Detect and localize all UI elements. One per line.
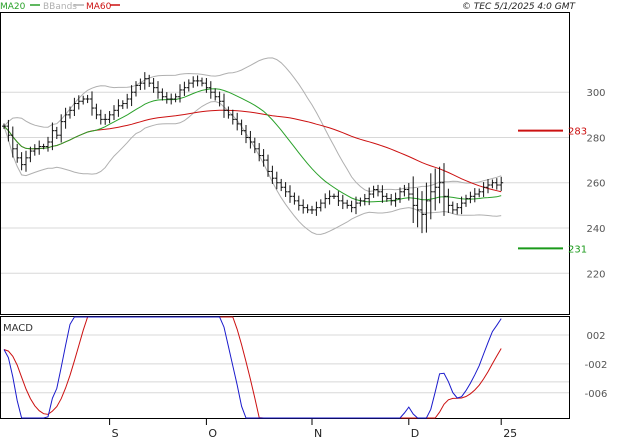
x-tick-label: O — [208, 427, 217, 440]
marker-label: 231 — [568, 244, 587, 255]
stock-chart: 220 240 260 280 300 002 -002 -006 S O N D 25 283 23… — [0, 2, 608, 440]
macd-label: MACD — [3, 323, 33, 334]
x-tick-label: N — [314, 427, 322, 440]
price-y-tick-label: 300 — [586, 88, 605, 99]
x-tick-labels: S O N D 25 — [109, 418, 517, 440]
legend-bbands: BBands — [43, 2, 77, 12]
chart-title: © TEC 5/1/2025 4:0 GMT — [462, 2, 577, 12]
legend: MA20 BBands MA60 — [0, 2, 120, 12]
x-tick-label: 25 — [503, 427, 517, 440]
price-y-tick-label: 240 — [586, 224, 605, 235]
x-tick-label: D — [411, 427, 419, 440]
price-panel — [0, 12, 570, 315]
macd-panel — [0, 316, 570, 419]
price-y-tick-labels: 220 240 260 280 300 — [586, 88, 605, 280]
legend-ma60: MA60 — [86, 2, 112, 12]
legend-ma20: MA20 — [0, 2, 26, 12]
macd-y-tick-label: -006 — [585, 389, 608, 400]
price-y-tick-label: 220 — [586, 269, 605, 280]
macd-y-tick-label: 002 — [586, 331, 605, 342]
x-tick-label: S — [112, 427, 119, 440]
price-y-tick-label: 280 — [586, 133, 605, 144]
price-y-tick-label: 260 — [586, 179, 605, 190]
marker-label: 283 — [568, 127, 587, 138]
macd-y-tick-label: -002 — [585, 360, 608, 371]
macd-y-tick-labels: 002 -002 -006 — [585, 331, 608, 400]
